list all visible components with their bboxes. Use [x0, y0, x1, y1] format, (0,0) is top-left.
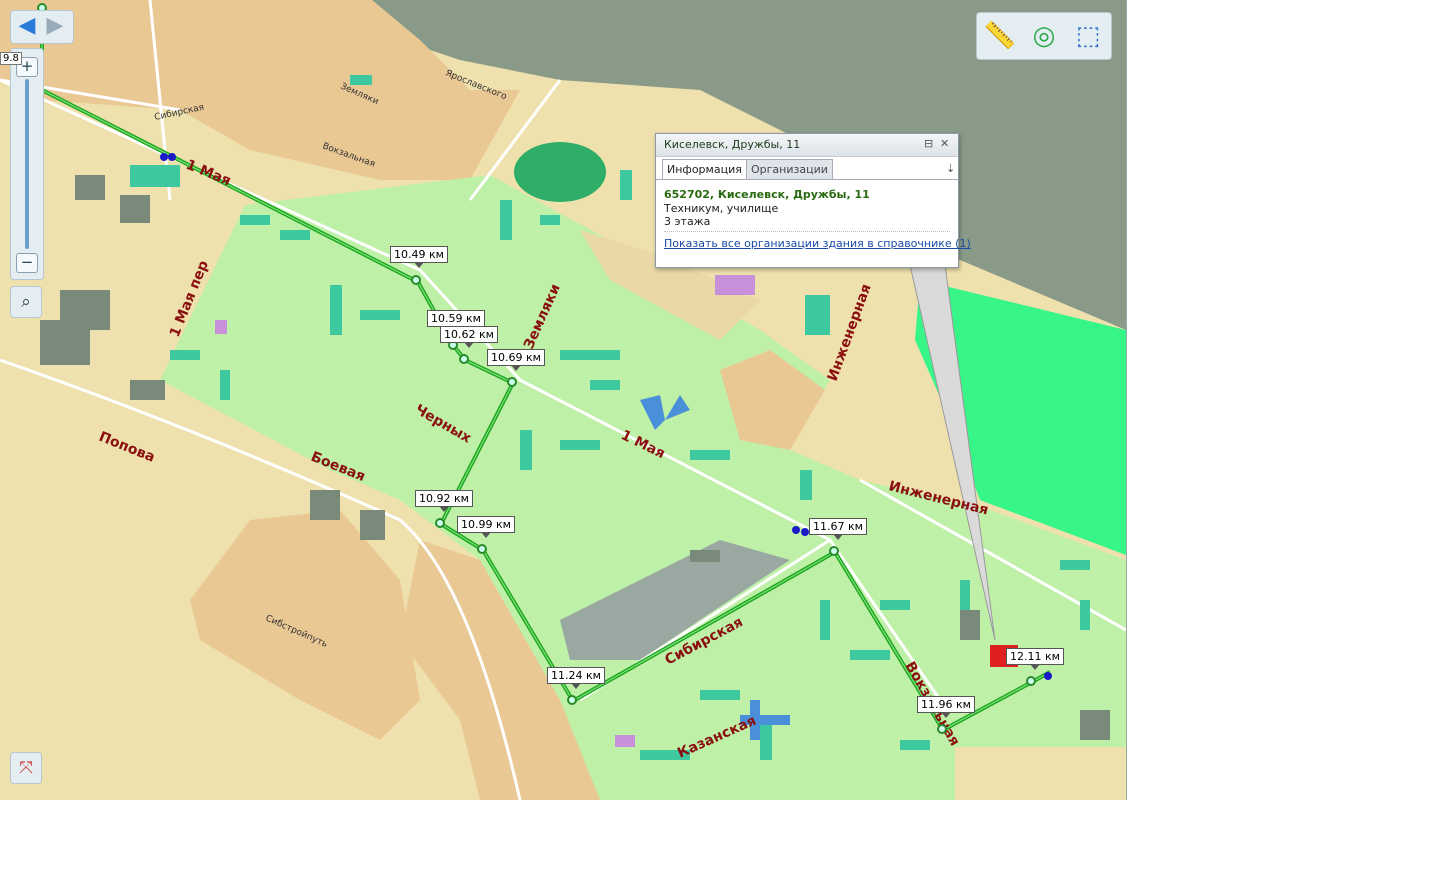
radar-icon[interactable]: ◎: [1027, 19, 1061, 53]
route-node[interactable]: [937, 724, 947, 734]
distance-marker: 10.49 км: [390, 246, 448, 268]
popup-body: 652702, Киселевск, Дружбы, 11 Техникум, …: [656, 179, 971, 250]
view-3d-icon[interactable]: ⬚: [1071, 19, 1105, 53]
route-node[interactable]: [459, 354, 469, 364]
stadium: [514, 142, 606, 202]
building-address: 652702, Киселевск, Дружбы, 11: [664, 188, 870, 201]
info-popup: Киселевск, Дружбы, 11 ⊟ ✕ Информация Орг…: [655, 133, 971, 268]
route-node[interactable]: [435, 518, 445, 528]
divider: [664, 231, 950, 232]
distance-marker: 10.92 км: [415, 490, 473, 512]
route-node[interactable]: [829, 546, 839, 556]
magnifier-icon: ⌕: [21, 292, 31, 312]
fit-icon: ⤧: [19, 758, 33, 778]
route-node[interactable]: [477, 544, 487, 554]
building-type: Техникум, училище: [664, 202, 779, 215]
sand-zone-low: [190, 510, 420, 740]
tab-info[interactable]: Информация: [662, 159, 747, 180]
distance-marker: 11.24 км: [547, 667, 605, 689]
zoom-level-label: 9.8: [0, 52, 22, 65]
map-toolbar: 📏 ◎ ⬚: [976, 12, 1112, 60]
route-node[interactable]: [1026, 676, 1036, 686]
street-label: Инженерная: [825, 282, 875, 383]
tab-organizations[interactable]: Организации: [746, 159, 833, 180]
route-node[interactable]: [507, 377, 517, 387]
building-floors: 3 этажа: [664, 215, 711, 228]
fit-view-button[interactable]: ⤧: [10, 752, 42, 784]
popup-header: Киселевск, Дружбы, 11 ⊟ ✕: [656, 134, 958, 157]
zoom-slider[interactable]: [25, 79, 29, 249]
popup-title: Киселевск, Дружбы, 11: [664, 138, 801, 151]
pin-icon[interactable]: ⊟: [924, 137, 933, 150]
zoom-find-button[interactable]: ⌕: [10, 286, 42, 318]
zoom-out-button[interactable]: −: [16, 253, 38, 273]
distance-marker: 10.62 км: [440, 326, 498, 348]
back-icon[interactable]: ◀: [15, 14, 39, 38]
organizations-count: (1): [955, 237, 971, 250]
map-edge-block: [955, 747, 1126, 800]
tab-menu-icon[interactable]: ⇣: [946, 162, 955, 175]
distance-marker: 11.67 км: [809, 518, 867, 540]
show-organizations-link-wrap: Показать все организации здания в справо…: [664, 237, 971, 250]
forward-icon[interactable]: ▶: [43, 14, 67, 38]
map-view[interactable]: 1 Мая 1 Мая 1 Мая пер Земляки Черных Бое…: [0, 0, 1127, 800]
ruler-icon[interactable]: 📏: [983, 19, 1017, 53]
route-node[interactable]: [567, 695, 577, 705]
street-label: 1 Мая: [184, 157, 234, 189]
distance-marker: 10.59 км: [427, 310, 485, 332]
distance-marker: 10.69 км: [487, 349, 545, 371]
history-nav: ◀ ▶: [10, 10, 74, 44]
distance-marker: 10.99 км: [457, 516, 515, 538]
close-icon[interactable]: ✕: [940, 137, 949, 150]
distance-marker: 12.11 км: [1006, 648, 1064, 670]
route-node[interactable]: [411, 275, 421, 285]
street-label: Попова: [97, 429, 158, 466]
distance-marker: 11.96 км: [917, 696, 975, 718]
zoom-control: + −: [10, 48, 44, 280]
show-organizations-link[interactable]: Показать все организации здания в справо…: [664, 237, 952, 250]
